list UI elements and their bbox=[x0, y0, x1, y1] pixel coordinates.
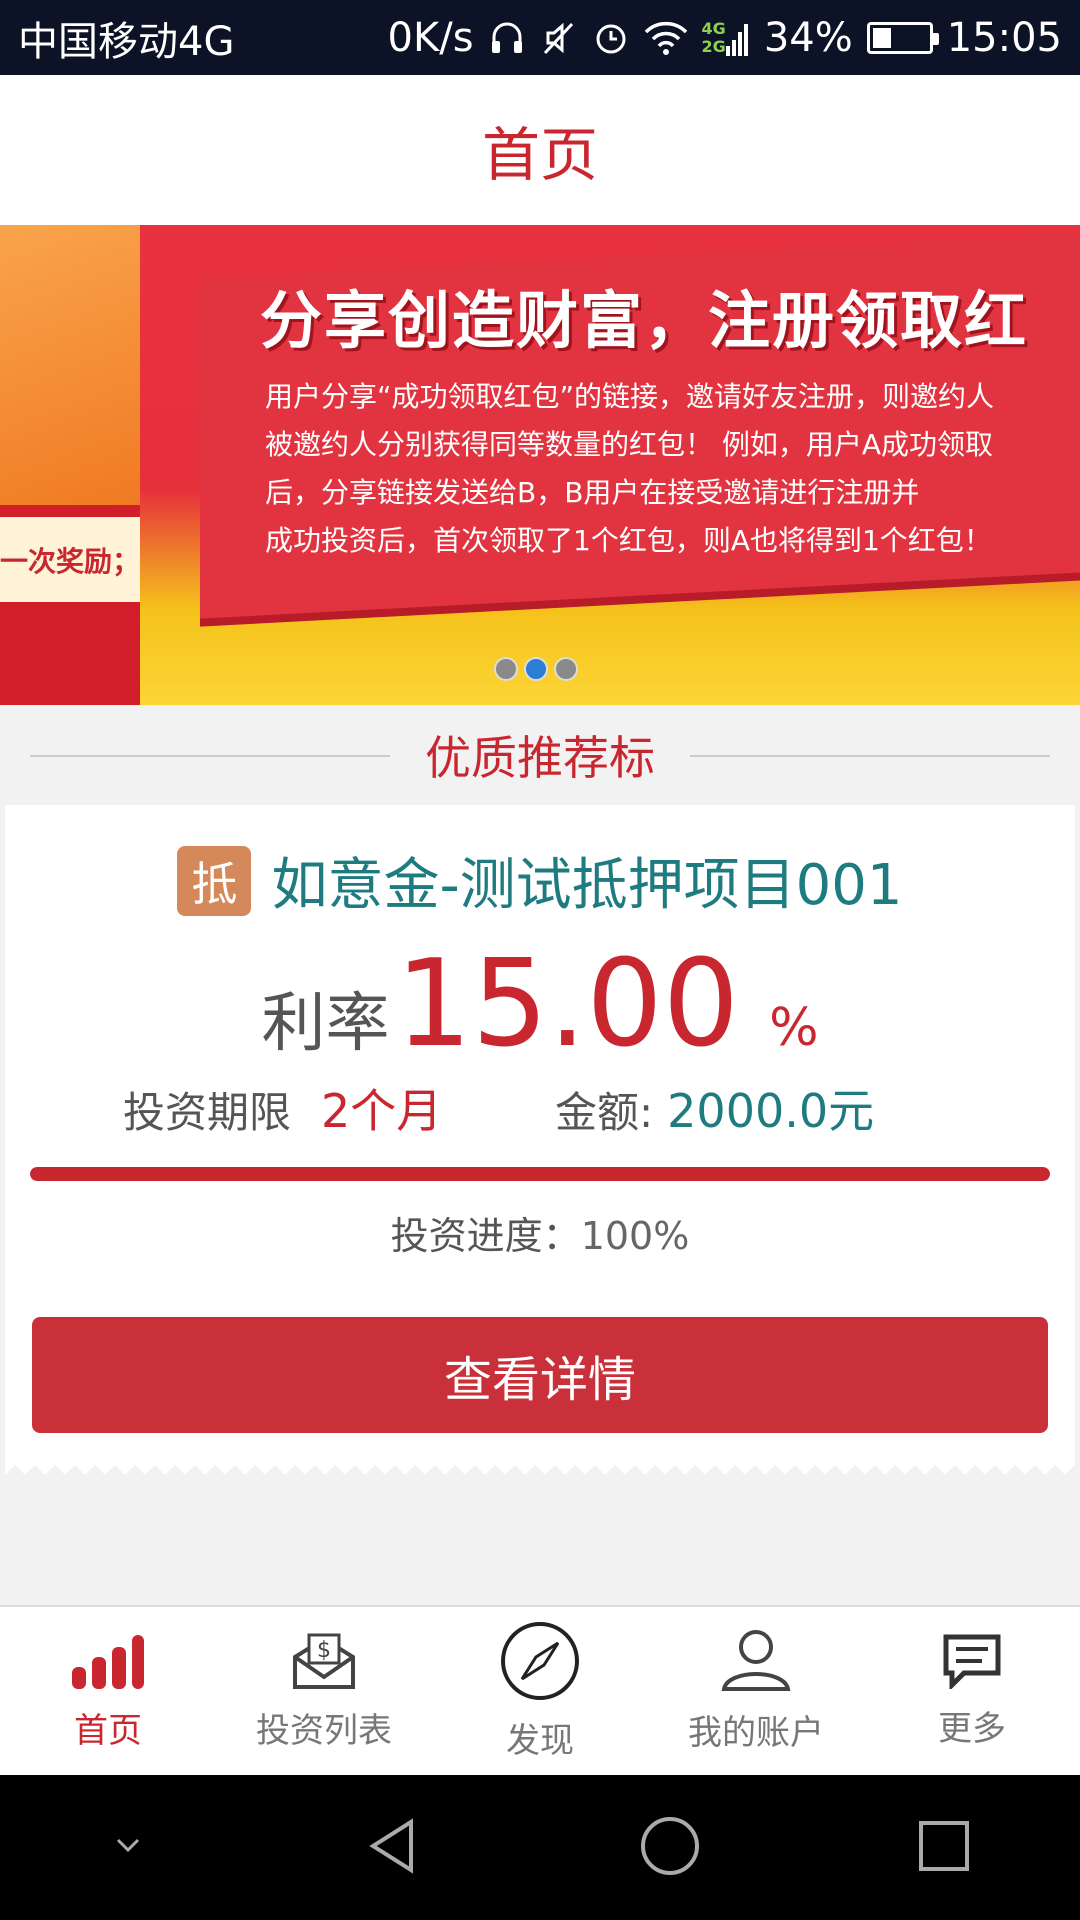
battery-percent: 34% bbox=[763, 14, 853, 61]
promo-banner-carousel[interactable]: 一次奖励； 分享创造财富，注册领取红 用户分享“成功领取红包”的链接，邀请好友注… bbox=[0, 225, 1080, 705]
back-triangle-icon[interactable] bbox=[363, 1816, 423, 1880]
app-header: 首页 bbox=[0, 75, 1080, 225]
divider-left bbox=[30, 755, 390, 757]
interest-rate-row: 利率 15.00 % bbox=[5, 935, 1075, 1074]
card-zigzag-edge bbox=[5, 1455, 1075, 1475]
carousel-dot[interactable] bbox=[494, 657, 518, 681]
divider-right bbox=[690, 755, 1050, 757]
carousel-dot[interactable] bbox=[554, 657, 578, 681]
rate-label: 利率 bbox=[261, 987, 390, 1061]
banner-headline: 分享创造财富，注册领取红 bbox=[260, 284, 1029, 357]
clock: 15:05 bbox=[946, 14, 1062, 61]
envelope-dollar-icon: $ bbox=[291, 1631, 357, 1695]
banner-description: 用户分享“成功领取红包”的链接，邀请好友注册，则邀约人 被邀约人分别获得同等数量… bbox=[265, 373, 994, 565]
banner-prev-art bbox=[0, 225, 140, 505]
status-icons: 0K/s 4G 2G 34% 15:05 bbox=[388, 15, 1062, 61]
rate-unit: % bbox=[769, 998, 819, 1058]
tab-my-account-label: 我的账户 bbox=[688, 1712, 824, 1753]
bottom-tab-bar: 首页 $ 投资列表 发现 我的账户 更多 bbox=[0, 1605, 1080, 1775]
banner-line: 成功投资后，首次领取了1个红包，则A也将得到1个红包！ bbox=[265, 524, 992, 557]
tab-discover-label: 发现 bbox=[506, 1720, 574, 1761]
progress-text: 投资进度：100% bbox=[5, 1205, 1075, 1260]
network-speed: 0K/s bbox=[387, 14, 474, 61]
progress-fill bbox=[30, 1167, 1050, 1181]
svg-text:$: $ bbox=[317, 1638, 331, 1663]
alarm-icon bbox=[592, 19, 630, 57]
status-bar: 中国移动4G 0K/s 4G 2G 34% 15:05 bbox=[0, 0, 1080, 75]
wifi-icon bbox=[644, 20, 688, 56]
tab-home[interactable]: 首页 bbox=[0, 1607, 216, 1775]
mortgage-tag-badge: 抵 bbox=[177, 845, 252, 916]
product-title-row: 抵 如意金-测试抵押项目001 bbox=[5, 840, 1075, 921]
battery-icon bbox=[866, 21, 939, 54]
headphones-icon bbox=[488, 19, 526, 57]
tab-my-account[interactable]: 我的账户 bbox=[648, 1607, 864, 1775]
amount-value: 2000.0元 bbox=[667, 1084, 875, 1138]
tab-more-label: 更多 bbox=[938, 1708, 1006, 1749]
section-header: 优质推荐标 bbox=[0, 705, 1080, 805]
banner-prev-slide[interactable]: 一次奖励； bbox=[0, 225, 140, 705]
term-label: 投资期限 bbox=[123, 1088, 292, 1137]
term-value: 2个月 bbox=[321, 1084, 443, 1138]
amount-label: 金额: bbox=[555, 1088, 654, 1137]
tab-investment-list-label: 投资列表 bbox=[256, 1710, 392, 1751]
network-type-bottom: 2G bbox=[701, 36, 726, 56]
tab-more[interactable]: 更多 bbox=[864, 1607, 1080, 1775]
progress-value: 100% bbox=[580, 1214, 690, 1258]
tab-home-label: 首页 bbox=[74, 1710, 142, 1751]
banner-prev-text: 一次奖励； bbox=[0, 517, 140, 602]
network-type-top: 4G bbox=[701, 18, 726, 38]
banner-current-slide[interactable]: 分享创造财富，注册领取红 用户分享“成功领取红包”的链接，邀请好友注册，则邀约人… bbox=[140, 225, 1080, 705]
hide-keyboard-chevron-icon[interactable] bbox=[108, 1826, 148, 1870]
tab-investment-list[interactable]: $ 投资列表 bbox=[216, 1607, 432, 1775]
term-row: 投资期限 2个月 bbox=[123, 1075, 442, 1141]
product-name: 如意金-测试抵押项目001 bbox=[271, 853, 903, 918]
banner-line: 被邀约人分别获得同等数量的红包！ 例如，用户A成功领取 bbox=[265, 428, 994, 461]
investment-progress-bar bbox=[30, 1167, 1050, 1181]
view-details-button[interactable]: 查看详情 bbox=[32, 1317, 1048, 1433]
banner-line: 用户分享“成功领取红包”的链接，邀请好友注册，则邀约人 bbox=[265, 380, 995, 413]
page-title: 首页 bbox=[481, 121, 598, 189]
rate-value: 15.00 bbox=[395, 935, 740, 1074]
recents-square-icon[interactable] bbox=[916, 1818, 972, 1878]
home-circle-icon[interactable] bbox=[639, 1815, 701, 1881]
product-card[interactable]: 抵 如意金-测试抵押项目001 利率 15.00 % 投资期限 2个月 金额: … bbox=[5, 805, 1075, 1465]
signal-icon: 4G 2G bbox=[701, 18, 750, 56]
progress-label: 投资进度： bbox=[390, 1214, 581, 1258]
mute-icon bbox=[540, 19, 578, 57]
user-icon bbox=[718, 1629, 794, 1697]
section-title: 优质推荐标 bbox=[425, 731, 655, 785]
chat-icon bbox=[942, 1633, 1002, 1693]
system-navigation-bar bbox=[0, 1775, 1080, 1920]
banner-line: 后，分享链接发送给B，B用户在接受邀请进行注册并 bbox=[265, 476, 920, 509]
bar-chart-icon bbox=[70, 1631, 146, 1695]
carousel-indicator bbox=[494, 657, 578, 681]
carousel-dot[interactable] bbox=[524, 657, 548, 681]
compass-icon bbox=[500, 1621, 580, 1705]
amount-row: 金额: 2000.0元 bbox=[555, 1075, 874, 1141]
tab-discover[interactable]: 发现 bbox=[432, 1607, 648, 1775]
carrier-label: 中国移动4G bbox=[18, 18, 235, 65]
